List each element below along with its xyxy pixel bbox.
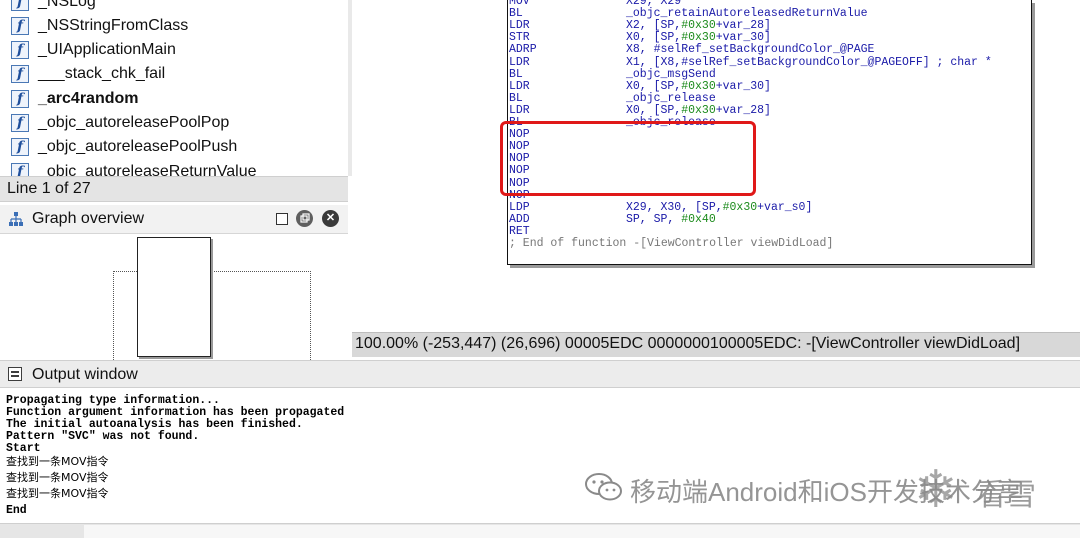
- function-item[interactable]: f _NSStringFromClass: [0, 14, 348, 38]
- line-status-text: Line 1 of 27: [7, 180, 91, 197]
- maximize-icon[interactable]: [276, 213, 288, 225]
- code-line[interactable]: ADD SP, SP, #0x40: [508, 212, 1031, 226]
- output-log-line: 查找到一条MOV指令: [6, 470, 109, 484]
- function-item[interactable]: f _UIApplicationMain: [0, 38, 348, 62]
- snowflake-icon: ❄: [914, 461, 958, 519]
- code-operands: SP, SP, #0x40: [626, 212, 716, 226]
- function-item[interactable]: f _objc_autoreleaseReturnValue: [0, 160, 348, 176]
- output-log-line: Start: [6, 442, 41, 456]
- function-icon: f: [11, 65, 29, 83]
- function-name: _objc_autoreleaseReturnValue: [38, 163, 257, 176]
- code-line[interactable]: ; End of function -[ViewController viewD…: [508, 238, 1031, 250]
- function-item[interactable]: f _arc4random: [0, 87, 348, 111]
- functions-list[interactable]: f _NSLog f _NSStringFromClass f _UIApplicatio…: [0, 0, 349, 176]
- function-icon: f: [11, 0, 29, 11]
- code-mnemonic: LDP: [509, 200, 530, 214]
- code-line[interactable]: LDR X0, [SP,#0x30+var_28]: [508, 104, 1031, 117]
- output-window-header: Output window: [0, 360, 1080, 388]
- nop-highlight-box: [500, 121, 756, 196]
- function-item[interactable]: f _objc_autoreleasePoolPush: [0, 135, 348, 159]
- output-window-title: Output window: [32, 366, 138, 383]
- disassembly-status-text: 100.00% (-253,447) (26,696) 00005EDC 000…: [355, 335, 1021, 352]
- function-item[interactable]: f _NSLog: [0, 0, 348, 14]
- graph-node-box[interactable]: [137, 237, 211, 357]
- code-line[interactable]: BL _objc_release: [508, 91, 1031, 105]
- function-name: _objc_autoreleasePoolPush: [38, 138, 238, 155]
- function-name: _NSLog: [38, 0, 96, 10]
- code-operands: X1, [X8,#selRef_setBackgroundColor_@PAGE…: [626, 55, 992, 69]
- watermark: 移动端Android和iOS开发技术分享 ❄ 看雪: [584, 461, 1074, 519]
- output-window-icon: [8, 367, 22, 381]
- function-name: _arc4random: [38, 90, 139, 107]
- graph-overview-title: Graph overview: [32, 210, 145, 227]
- restore-icon[interactable]: [296, 210, 313, 227]
- graph-overview-icon: [9, 212, 23, 226]
- graph-overview-canvas[interactable]: [0, 234, 348, 372]
- function-item[interactable]: f ___stack_chk_fail: [0, 62, 348, 86]
- code-mnemonic: ADD: [509, 212, 530, 226]
- function-icon: f: [11, 41, 29, 59]
- function-icon: f: [11, 138, 29, 156]
- code-mnemonic: LDR: [509, 55, 530, 69]
- watermark-brand-text: 看雪: [976, 479, 1036, 512]
- code-line[interactable]: LDR X0, [SP,#0x30+var_30]: [508, 79, 1031, 93]
- code-line[interactable]: ADRP X8, #selRef_setBackgroundColor_@PAGE: [508, 44, 1031, 56]
- disassembly-status-bar: 100.00% (-253,447) (26,696) 00005EDC 000…: [352, 332, 1080, 357]
- function-name: _NSStringFromClass: [38, 17, 189, 34]
- command-input-field[interactable]: [84, 525, 1080, 538]
- code-operands: X0, [SP,#0x30+var_30]: [626, 79, 771, 93]
- graph-overview-header: Graph overview ✕: [0, 205, 348, 234]
- function-icon: f: [11, 17, 29, 35]
- code-mnemonic: BL: [509, 91, 523, 105]
- code-operands: X8, #selRef_setBackgroundColor_@PAGE: [626, 43, 875, 57]
- code-line[interactable]: BL _objc_msgSend: [508, 67, 1031, 81]
- code-mnemonic: ADRP: [509, 43, 537, 57]
- output-log-line: 查找到一条MOV指令: [6, 454, 109, 468]
- function-icon: f: [11, 114, 29, 132]
- code-line[interactable]: LDR X1, [X8,#selRef_setBackgroundColor_@P…: [508, 55, 1031, 69]
- function-name: _objc_autoreleasePoolPop: [38, 114, 230, 131]
- function-icon: f: [11, 163, 29, 176]
- code-line[interactable]: LDP X29, X30, [SP,#0x30+var_s0]: [508, 200, 1031, 214]
- code-mnemonic: BL: [509, 67, 523, 81]
- functions-line-status: Line 1 of 27: [0, 176, 348, 202]
- wechat-icon: [585, 473, 622, 501]
- output-log-line: 查找到一条MOV指令: [6, 487, 109, 501]
- function-item[interactable]: f _objc_autoreleasePoolPop: [0, 111, 348, 135]
- close-icon[interactable]: ✕: [322, 210, 339, 227]
- function-icon: f: [11, 90, 29, 108]
- code-operands: X29, X30, [SP,#0x30+var_s0]: [626, 200, 813, 214]
- function-name: ___stack_chk_fail: [38, 65, 166, 82]
- command-input-bar[interactable]: [0, 523, 1080, 538]
- code-comment: ; End of function -[ViewController viewD…: [509, 237, 834, 250]
- function-name: _UIApplicationMain: [38, 41, 176, 58]
- output-log-line: End: [6, 503, 27, 517]
- code-mnemonic: LDR: [509, 79, 530, 93]
